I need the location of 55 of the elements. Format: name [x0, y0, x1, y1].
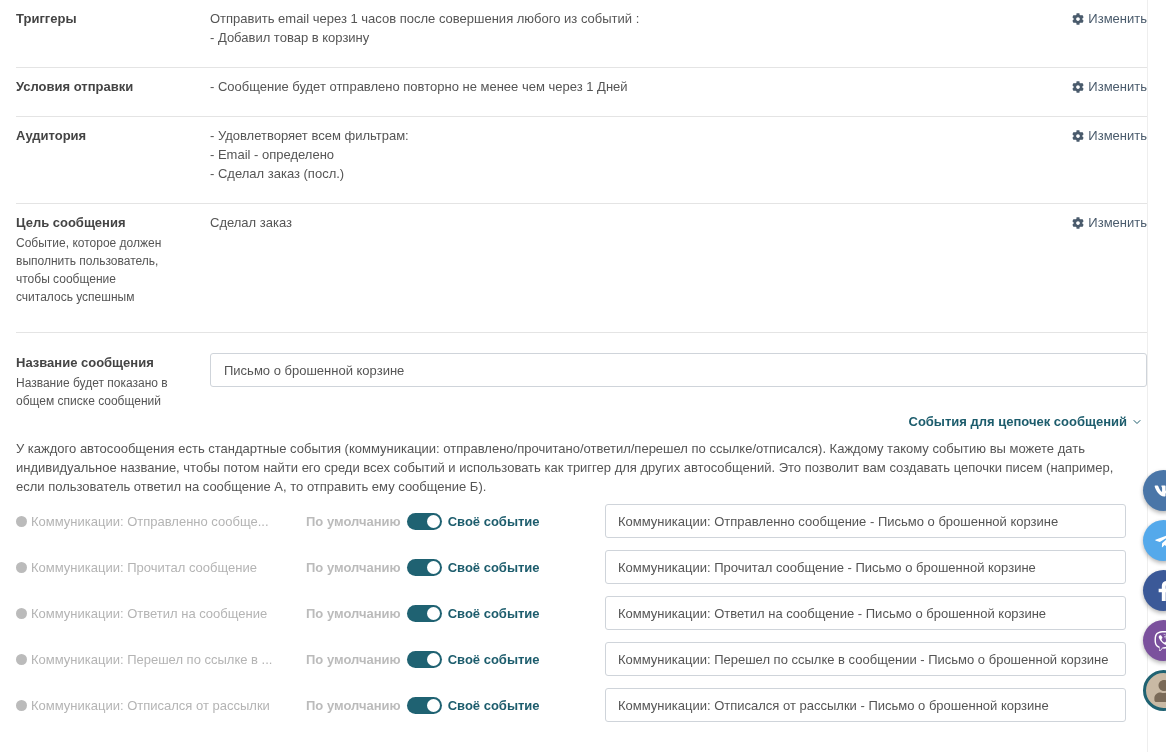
settings-icon — [1072, 80, 1085, 93]
settings-icon — [1072, 129, 1085, 142]
toggle-switch[interactable] — [406, 604, 442, 622]
custom-option-label: Своё событие — [447, 651, 540, 667]
setting-value: - Добавил товар в корзину — [210, 29, 371, 47]
status-dot — [16, 607, 27, 619]
setting-hint: Событие, которое должен выполнить пользователь, чтобы сообщение считалось успешным — [16, 235, 163, 306]
edit-button[interactable]: Изменить — [1072, 213, 1147, 232]
field-label: Название сообщения — [16, 354, 155, 372]
default-option-label: По умолчанию — [306, 513, 401, 529]
toggle-switch[interactable] — [406, 650, 442, 668]
custom-option-label: Своё событие — [447, 559, 540, 575]
setting-value: - Сделал заказ (посл.) — [210, 165, 346, 183]
description-text: У каждого автосообщения есть стандартные события (коммуникации: отправлено/прочитано/ответил/перешел по ссылке/отписался). Каждому такому событию вы можете дать индивидуальное название, чтобы потом найти его среди всех событий и использовать как триггер для других автособщений. Это позволит вам создавать цепочки писем (например, если пользователь ответил на сообщение А, то отправить ему сообщение Б). — [16, 440, 1115, 496]
event-name: Коммуникации: Ответил на сообщение — [31, 605, 268, 621]
toggle-switch[interactable] — [406, 512, 442, 530]
event-name-input-field[interactable]: Коммуникации: Отписался от рассылки - Письмо о брошенной корзине — [605, 688, 1126, 722]
setting-label: Условия отправки — [16, 78, 135, 96]
setting-label: Аудитория — [16, 127, 88, 145]
event-name-input-field[interactable]: Коммуникации: Перешел по ссылке в сообщении - Письмо о брошенной корзине — [605, 642, 1126, 676]
default-option-label: По умолчанию — [306, 651, 401, 667]
event-name-input-field[interactable]: Коммуникации: Отправленно сообщение - Письмо о брошенной корзине — [605, 504, 1126, 538]
name-input-field[interactable]: Письмо о брошенной корзине — [210, 353, 1147, 387]
status-dot — [16, 653, 27, 665]
status-dot — [16, 699, 27, 711]
default-option-label: По умолчанию — [306, 605, 401, 621]
custom-option-label: Своё событие — [447, 697, 540, 713]
settings-icon — [1072, 12, 1085, 25]
setting-label: Триггеры — [16, 10, 78, 28]
chain-events-link[interactable]: События для цепочек сообщений — [908, 414, 1143, 429]
status-dot — [16, 515, 27, 527]
edit-button[interactable]: Изменить — [1072, 9, 1147, 28]
edit-button[interactable]: Изменить — [1072, 126, 1147, 145]
setting-label: Цель сообщения — [16, 214, 127, 232]
event-name: Коммуникации: Отправленно сообще... — [31, 513, 269, 529]
setting-value: - Email - определено — [210, 146, 336, 164]
event-name: Коммуникации: Перешел по ссылке в ... — [31, 651, 273, 667]
toggle-switch[interactable] — [406, 558, 442, 576]
event-name-input-field[interactable]: Коммуникации: Прочитал сообщение - Письмо о брошенной корзине — [605, 550, 1126, 584]
default-option-label: По умолчанию — [306, 559, 401, 575]
setting-value: - Удовлетворяет всем фильтрам: — [210, 127, 410, 145]
field-hint: Название будет показано в общем списке сообщений — [16, 375, 169, 410]
event-name: Коммуникации: Прочитал сообщение — [31, 559, 257, 575]
event-name: Коммуникации: Отписался от рассылки — [31, 697, 270, 713]
custom-option-label: Своё событие — [447, 605, 540, 621]
default-option-label: По умолчанию — [306, 697, 401, 713]
status-dot — [16, 561, 27, 573]
setting-value: Отправить email через 1 часов после совершения любого из событий : — [210, 10, 641, 28]
setting-value: - Сообщение будет отправлено повторно не менее чем через 1 Дней — [210, 78, 629, 96]
edit-button[interactable]: Изменить — [1072, 77, 1147, 96]
settings-icon — [1072, 216, 1085, 229]
toggle-switch[interactable] — [406, 696, 442, 714]
setting-value: Сделал заказ — [210, 214, 293, 232]
custom-option-label: Своё событие — [447, 513, 540, 529]
event-name-input-field[interactable]: Коммуникации: Ответил на сообщение - Письмо о брошенной корзине — [605, 596, 1126, 630]
